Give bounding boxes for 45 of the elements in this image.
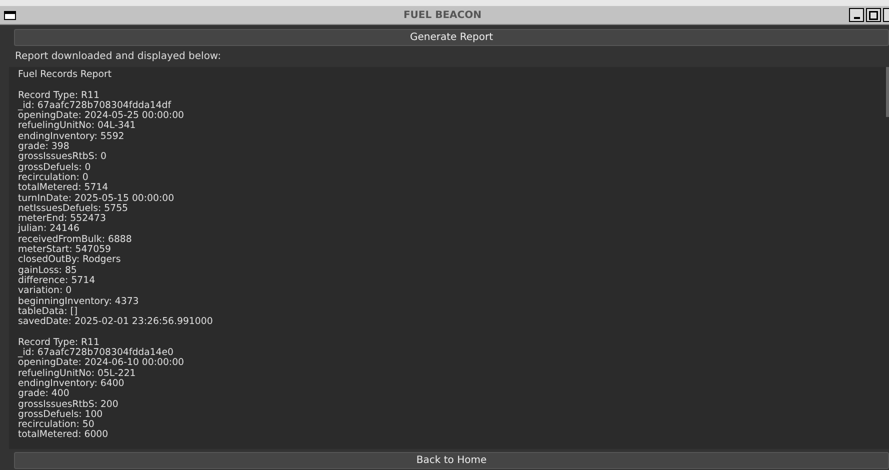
report-line: gainLoss: 85: [18, 266, 77, 276]
report-line: julian: 24146: [18, 224, 80, 234]
status-message: Report downloaded and displayed below:: [14, 50, 222, 64]
maximize-icon: [869, 10, 878, 20]
report-line: difference: 5714: [18, 276, 96, 286]
report-line: recirculation: 0: [18, 172, 88, 183]
report-line: closedOutBy: Rodgers: [18, 255, 121, 266]
report-line: grade: 400: [18, 389, 70, 400]
report-line: grossDefuels: 100: [18, 410, 103, 420]
window-icon: [4, 10, 16, 20]
back-to-home-button[interactable]: Back to Home: [14, 452, 889, 469]
report-line: endingInventory: 5592: [18, 132, 124, 142]
report-line: turnInDate: 2025-05-15 00:00:00: [18, 194, 174, 204]
maximize-button[interactable]: [866, 8, 881, 22]
report-line: grossIssuesRtbS: 0: [18, 152, 106, 162]
report-line: openingDate: 2024-06-10 00:00:00: [18, 358, 184, 368]
report-line: grossIssuesRtbS: 200: [18, 400, 118, 410]
window-title: FUEL BEACON: [402, 10, 483, 20]
minimize-icon: [854, 17, 860, 19]
report-line: Record Type: R11: [18, 90, 100, 101]
report-line: tableData: []: [18, 306, 78, 317]
report-line: _id: 67aafc728b708304fdda14df: [18, 100, 172, 111]
report-line: openingDate: 2024-05-25 00:00:00: [18, 111, 184, 122]
report-line: Record Type: R11: [18, 338, 100, 348]
report-line: netIssuesDefuels: 5755: [18, 204, 128, 214]
report-line: totalMetered: 6000: [18, 430, 108, 441]
close-button[interactable]: [883, 8, 889, 22]
report-line: variation: 0: [18, 286, 72, 296]
report-line: refuelingUnitNo: 04L-341: [18, 121, 136, 132]
minimize-button[interactable]: [849, 8, 864, 22]
report-line: recirculation: 50: [18, 420, 94, 430]
report-line: endingInventory: 6400: [18, 378, 124, 389]
report-line: receivedFromBulk: 6888: [18, 234, 132, 245]
report-line: grossDefuels: 0: [18, 162, 91, 173]
report-line: totalMetered: 5714: [18, 183, 108, 194]
report-line: grade: 398: [18, 142, 70, 152]
report-line: meterStart: 547059: [18, 245, 112, 256]
report-line: meterEnd: 552473: [18, 214, 106, 224]
report-line: savedDate: 2025-02-01 23:26:56.991000: [18, 317, 213, 328]
scrollbar-thumb[interactable]: [886, 67, 889, 117]
report-title: Fuel Records Report: [18, 70, 112, 80]
report-line: beginningInventory: 4373: [18, 296, 139, 307]
report-line: refuelingUnitNo: 05L-221: [18, 368, 136, 379]
generate-report-button[interactable]: Generate Report: [14, 29, 889, 46]
report-line: _id: 67aafc728b708304fdda14e0: [18, 348, 174, 358]
